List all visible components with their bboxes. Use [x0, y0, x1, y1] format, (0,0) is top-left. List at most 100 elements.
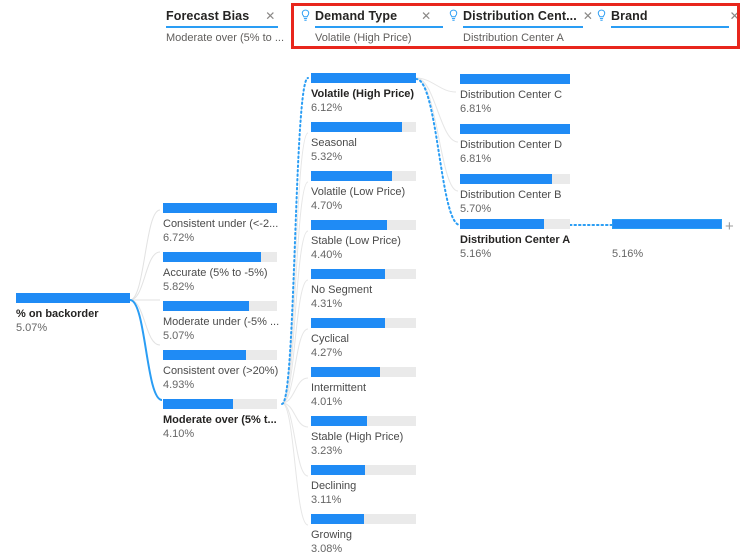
tree-node-accurate[interactable]: Accurate (5% to -5%) 5.82% [163, 252, 277, 294]
node-label: Stable (High Price) [311, 431, 404, 443]
node-bar-fill [311, 269, 385, 279]
node-label: Volatile (High Price) [311, 88, 415, 100]
node-label: No Segment [311, 284, 373, 296]
node-bar-track [163, 203, 277, 213]
tree-node-distribution-center-c[interactable]: Distribution Center C 6.81% [460, 74, 570, 116]
node-bar-track [311, 416, 416, 426]
node-bar-fill [311, 220, 387, 230]
level-selector-brand[interactable]: Brand ✕ [596, 7, 740, 32]
node-bar-fill [163, 203, 277, 213]
node-bar-fill [163, 399, 233, 409]
tree-node-consistent-over[interactable]: Consistent over (>20%) 4.93% [163, 350, 279, 392]
tree-node-moderate-over[interactable]: Moderate over (5% t... 4.10% [163, 399, 277, 441]
tree-node-distribution-center-b[interactable]: Distribution Center B 5.70% [460, 174, 570, 216]
node-label: Growing [311, 529, 352, 541]
node-value: 5.82% [163, 281, 195, 293]
node-label: Consistent over (>20%) [163, 365, 279, 377]
node-value: 6.81% [460, 153, 492, 165]
lightbulb-icon-demand-type [301, 9, 310, 21]
node-bar-fill [311, 465, 365, 475]
tree-node-growing[interactable]: Growing 3.08% [311, 514, 416, 556]
node-bar-fill [311, 367, 381, 377]
close-icon-demand-type[interactable]: ✕ [421, 10, 431, 22]
node-bar-fill [460, 219, 544, 229]
tree-node-moderate-under[interactable]: Moderate under (-5% ... 5.07% [163, 301, 280, 343]
tree-node-cyclical[interactable]: Cyclical 4.27% [311, 318, 416, 360]
tree-node-root-backorder[interactable]: % on backorder 5.07% [16, 293, 130, 335]
level-value-distribution-center: Distribution Center A [463, 32, 564, 44]
node-value: 3.11% [311, 494, 342, 506]
node-bar-track [311, 514, 416, 524]
node-bar-track [460, 219, 570, 229]
decomposition-tree-visual: Forecast Bias ✕ Moderate over (5% to ...… [0, 0, 750, 560]
close-icon-distribution-center[interactable]: ✕ [583, 10, 593, 22]
node-value: 4.31% [311, 298, 343, 310]
node-bar-track [16, 293, 130, 303]
tree-node-seasonal[interactable]: Seasonal 5.32% [311, 122, 416, 164]
close-icon-brand[interactable]: ✕ [730, 10, 740, 22]
node-bar-fill [311, 416, 367, 426]
node-bar-track [311, 171, 416, 181]
node-label: Stable (Low Price) [311, 235, 401, 247]
tree-node-stable-high-price[interactable]: Stable (High Price) 3.23% [311, 416, 416, 458]
node-bar-track [311, 318, 416, 328]
node-value: 6.72% [163, 232, 195, 244]
tree-node-volatile-low-price[interactable]: Volatile (Low Price) 4.70% [311, 171, 416, 213]
node-label: Intermittent [311, 382, 367, 394]
node-label: Accurate (5% to -5%) [163, 267, 268, 279]
tree-node-intermittent[interactable]: Intermittent 4.01% [311, 367, 416, 409]
node-value: 5.32% [311, 151, 343, 163]
level-selector-bar: Forecast Bias ✕ Moderate over (5% to ...… [0, 0, 750, 52]
level-selector-demand-type[interactable]: Demand Type ✕ Volatile (High Price) [300, 7, 443, 44]
tree-node-declining[interactable]: Declining 3.11% [311, 465, 416, 507]
node-bar-fill [460, 174, 553, 184]
node-value: 5.16% [460, 248, 492, 260]
node-value: 5.70% [460, 203, 492, 215]
level-underline-demand-type [315, 26, 443, 28]
node-label: Distribution Center C [460, 89, 563, 101]
node-bar-fill [16, 293, 130, 303]
level-selector-forecast-bias[interactable]: Forecast Bias ✕ Moderate over (5% to ... [166, 7, 284, 44]
node-bar-track [460, 74, 570, 84]
lightbulb-icon-brand [597, 9, 606, 21]
tree-node-stable-low-price[interactable]: Stable (Low Price) 4.40% [311, 220, 416, 262]
tree-node-distribution-center-d[interactable]: Distribution Center D 6.81% [460, 124, 570, 166]
tree-node-distribution-center-a[interactable]: Distribution Center A 5.16% [460, 219, 570, 261]
node-bar-track [311, 269, 416, 279]
level-value-demand-type: Volatile (High Price) [315, 32, 412, 44]
level-name-forecast-bias: Forecast Bias [166, 8, 250, 23]
node-value: 4.70% [311, 200, 343, 212]
tree-node-consistent-under[interactable]: Consistent under (<-2... 6.72% [163, 203, 279, 245]
node-bar-fill [311, 122, 403, 132]
plus-icon-expand-brand[interactable]: + [725, 219, 734, 234]
level-name-brand: Brand [611, 8, 648, 23]
node-bar-track [311, 73, 416, 83]
tree-node-brand-total[interactable]: 5.16% [612, 219, 722, 261]
node-value: 4.01% [311, 396, 343, 408]
node-bar-track [311, 220, 416, 230]
node-label: Declining [311, 480, 357, 492]
tree-node-no-segment[interactable]: No Segment 4.31% [311, 269, 416, 311]
node-bar-track [460, 124, 570, 134]
node-label: Moderate under (-5% ... [163, 316, 280, 328]
level-name-demand-type: Demand Type [315, 8, 398, 23]
node-label: Moderate over (5% t... [163, 414, 277, 426]
close-icon-forecast-bias[interactable]: ✕ [265, 10, 275, 22]
node-value: 5.07% [16, 322, 48, 334]
node-bar-track [163, 301, 277, 311]
node-value: 4.10% [163, 428, 195, 440]
node-value: 4.93% [163, 379, 195, 391]
node-label: Consistent under (<-2... [163, 218, 279, 230]
node-bar-fill [460, 124, 570, 134]
node-value: 4.27% [311, 347, 343, 359]
tree-node-volatile-high-price[interactable]: Volatile (High Price) 6.12% [311, 73, 416, 115]
node-bar-track [311, 122, 416, 132]
level-underline-distribution-center [463, 26, 583, 28]
node-bar-fill [311, 171, 392, 181]
lightbulb-icon-distribution-center [449, 9, 458, 21]
node-label: Volatile (Low Price) [311, 186, 406, 198]
level-selector-distribution-center[interactable]: Distribution Cent... ✕ Distribution Cent… [448, 7, 593, 44]
node-bar-fill [163, 350, 247, 360]
level-underline-forecast-bias [166, 26, 278, 28]
node-label: % on backorder [16, 308, 99, 320]
